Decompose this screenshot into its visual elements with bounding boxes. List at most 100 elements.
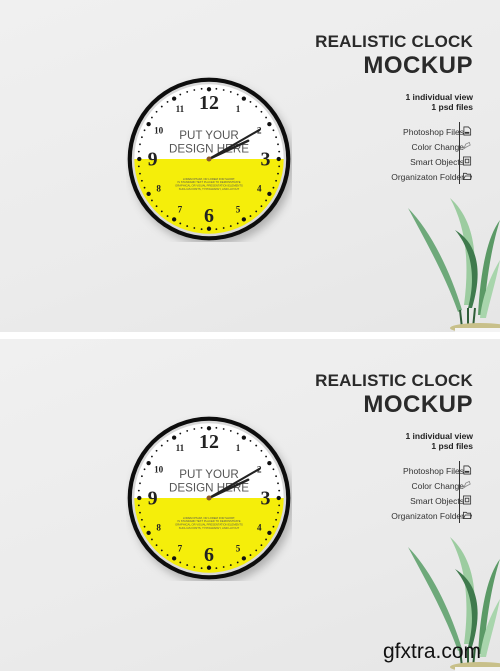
minute-marker xyxy=(155,110,158,113)
minute-marker xyxy=(272,468,275,471)
file-icon xyxy=(463,126,472,136)
minute-marker xyxy=(277,172,279,175)
title-line-2: MOCKUP xyxy=(363,391,473,418)
feature-label: Color Change xyxy=(411,141,464,152)
minute-marker xyxy=(171,217,177,222)
paint-icon xyxy=(463,141,471,150)
minute-marker xyxy=(186,564,189,567)
minute-marker xyxy=(215,228,218,231)
minute-marker xyxy=(236,432,239,435)
clock-numeral: 11 xyxy=(176,104,185,114)
minute-marker xyxy=(140,136,143,139)
subtitle-files: 1 psd files xyxy=(431,441,473,451)
minute-marker xyxy=(249,440,252,442)
minute-marker xyxy=(179,93,182,96)
minute-marker xyxy=(179,432,182,435)
feature-item: Photoshop Files xyxy=(324,124,464,139)
design-placeholder-line-1: PUT YOUR xyxy=(179,129,239,142)
feature-label: Smart Objects xyxy=(410,156,464,167)
minute-marker xyxy=(193,566,196,568)
minute-marker xyxy=(146,460,151,466)
clock-numeral: 9 xyxy=(148,488,158,510)
minute-marker xyxy=(222,566,225,568)
minute-marker xyxy=(277,511,279,514)
feature-label: Photoshop Files xyxy=(403,126,464,137)
minute-marker xyxy=(143,186,146,189)
feature-label: Organizaton Folder xyxy=(391,171,464,182)
minute-marker xyxy=(260,544,263,547)
minute-marker xyxy=(276,156,281,162)
minute-marker xyxy=(267,530,272,536)
minute-marker xyxy=(275,475,278,478)
clock-numeral: 10 xyxy=(154,125,164,135)
lorem-text: IS STANDARD TEXT PLACED TO DEMONSTRATE xyxy=(177,180,240,184)
feature-label: Smart Objects xyxy=(410,495,464,506)
title-line-1: REALISTIC CLOCK xyxy=(315,371,473,390)
minute-marker xyxy=(277,143,279,146)
minute-marker xyxy=(215,87,218,90)
lorem-text: GRAPHICAL OR VISUAL PRESENTATION ELEMENT… xyxy=(175,184,243,188)
minute-marker xyxy=(179,222,182,225)
minute-marker xyxy=(222,428,225,430)
minute-marker xyxy=(146,191,151,197)
clock-numeral: 5 xyxy=(236,544,241,554)
minute-marker xyxy=(236,561,239,564)
clock-center xyxy=(206,156,212,162)
minute-marker xyxy=(143,129,146,132)
clock-numeral: 6 xyxy=(204,544,214,566)
minute-marker xyxy=(160,105,163,108)
minute-marker xyxy=(265,116,267,119)
minute-marker xyxy=(265,455,267,458)
minute-marker xyxy=(139,511,141,514)
feature-list: Photoshop Files Color Change Smart Objects… xyxy=(324,124,464,184)
minute-marker xyxy=(272,129,275,132)
title-line-2: MOCKUP xyxy=(363,52,473,79)
minute-marker xyxy=(278,150,281,153)
design-placeholder-line-2: DESIGN HERE xyxy=(169,142,249,155)
clock-numeral: 5 xyxy=(236,205,241,215)
smart-object-icon xyxy=(463,495,472,505)
minute-marker xyxy=(277,482,279,485)
minute-marker xyxy=(179,561,182,564)
minute-marker xyxy=(222,89,225,91)
minute-marker xyxy=(267,121,272,127)
minute-marker xyxy=(275,136,278,139)
subtitle-views: 1 individual view xyxy=(405,431,473,441)
minute-marker xyxy=(265,199,267,202)
minute-marker xyxy=(275,518,278,521)
minute-marker xyxy=(200,228,203,231)
minute-marker xyxy=(229,225,232,228)
minute-marker xyxy=(222,227,225,229)
minute-marker xyxy=(255,444,258,447)
feature-label: Photoshop Files xyxy=(403,465,464,476)
minute-marker xyxy=(155,449,158,452)
minute-marker xyxy=(260,110,263,113)
title-line-1: REALISTIC CLOCK xyxy=(315,32,473,51)
minute-marker xyxy=(140,475,143,478)
clock-numeral: 6 xyxy=(204,205,214,227)
minute-marker xyxy=(137,165,140,168)
lorem-text: LOREM IPSUM, OR LOREM FOR SHORT, xyxy=(183,516,235,520)
minute-marker xyxy=(171,96,177,101)
minute-marker xyxy=(275,179,278,182)
paint-icon xyxy=(463,480,471,489)
subtitle-files: 1 psd files xyxy=(431,102,473,112)
clock-numeral: 8 xyxy=(156,183,161,193)
minute-marker xyxy=(151,199,153,202)
feature-item: Color Change xyxy=(324,139,464,154)
minute-marker xyxy=(137,495,142,501)
minute-marker xyxy=(193,227,196,229)
minute-marker xyxy=(186,429,189,432)
minute-marker xyxy=(255,105,258,108)
minute-marker xyxy=(249,215,252,217)
minute-marker xyxy=(249,101,252,103)
minute-marker xyxy=(200,426,203,429)
minute-marker xyxy=(206,87,212,92)
minute-marker xyxy=(229,429,232,432)
clock-numeral: 11 xyxy=(176,443,185,453)
clock-numeral: 4 xyxy=(257,522,262,532)
minute-marker xyxy=(139,172,141,175)
clock-numeral: 8 xyxy=(156,522,161,532)
clock-numeral: 4 xyxy=(257,183,262,193)
minute-marker xyxy=(160,210,163,213)
